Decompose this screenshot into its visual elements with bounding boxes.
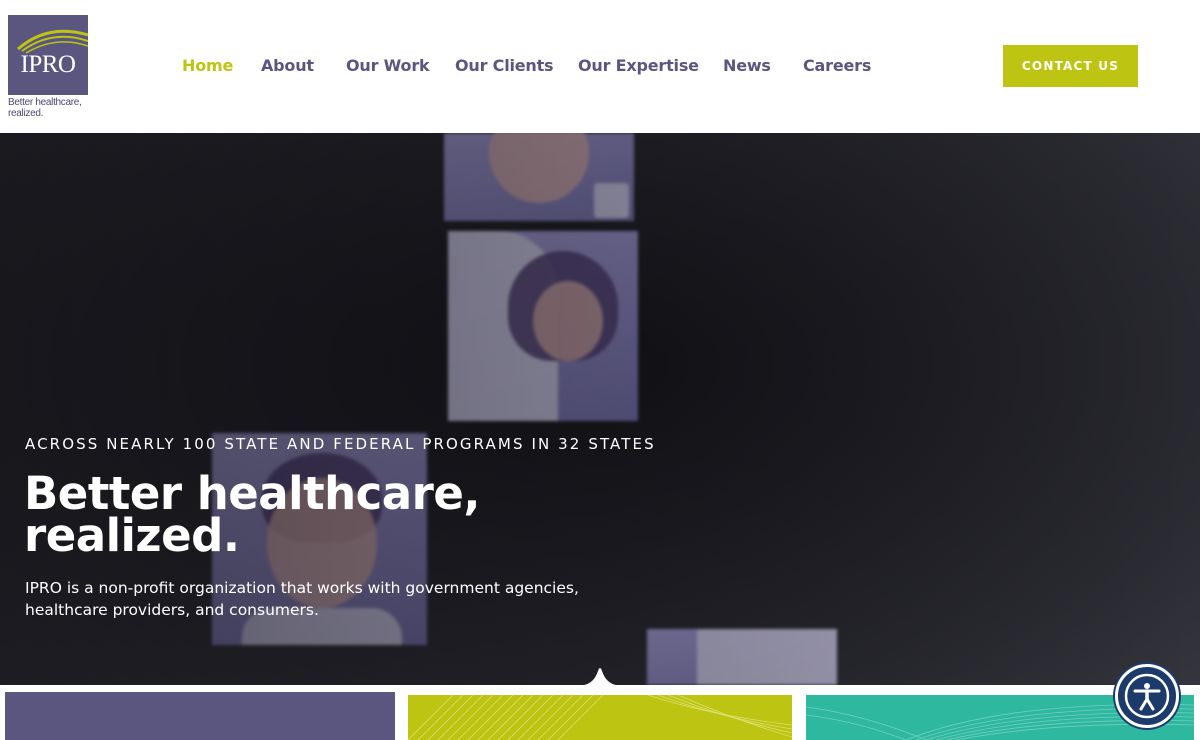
hero-intro: IPRO is a non-profit organization that w…	[25, 579, 579, 619]
nav-item-our-work[interactable]: Our Work	[346, 56, 430, 75]
nav-item-about[interactable]: About	[261, 56, 314, 75]
nav-item-news[interactable]: News	[723, 56, 771, 75]
hero-banner: ACROSS NEARLY 100 STATE AND FEDERAL PROG…	[0, 133, 1200, 685]
nav-item-careers[interactable]: Careers	[803, 56, 871, 75]
logo-tagline: Better healthcare, realized.	[8, 97, 82, 119]
ipro-logo[interactable]: IPRO Better healthcare, realized.	[8, 15, 90, 125]
hero-headline: Better healthcare, realized.	[24, 471, 544, 562]
contact-us-button[interactable]: CONTACT US	[1003, 45, 1138, 87]
logo-mark: IPRO	[8, 15, 88, 95]
accessibility-icon	[1124, 673, 1170, 719]
site-header: IPRO Better healthcare, realized. Home A…	[0, 0, 1200, 133]
hero-eyebrow: ACROSS NEARLY 100 STATE AND FEDERAL PROG…	[25, 435, 656, 453]
nav-item-our-clients[interactable]: Our Clients	[455, 56, 554, 75]
tile-pattern-icon	[408, 695, 792, 740]
feature-tile-lime[interactable]	[408, 695, 792, 740]
logo-wordmark: IPRO	[20, 51, 76, 78]
hero-headline-line-2: realized.	[24, 509, 240, 562]
feature-tile-purple[interactable]	[5, 692, 395, 740]
nav-item-home[interactable]: Home	[182, 56, 233, 75]
accessibility-button[interactable]	[1115, 664, 1179, 728]
nav-item-our-expertise[interactable]: Our Expertise	[578, 56, 699, 75]
hero-notch	[584, 668, 616, 685]
